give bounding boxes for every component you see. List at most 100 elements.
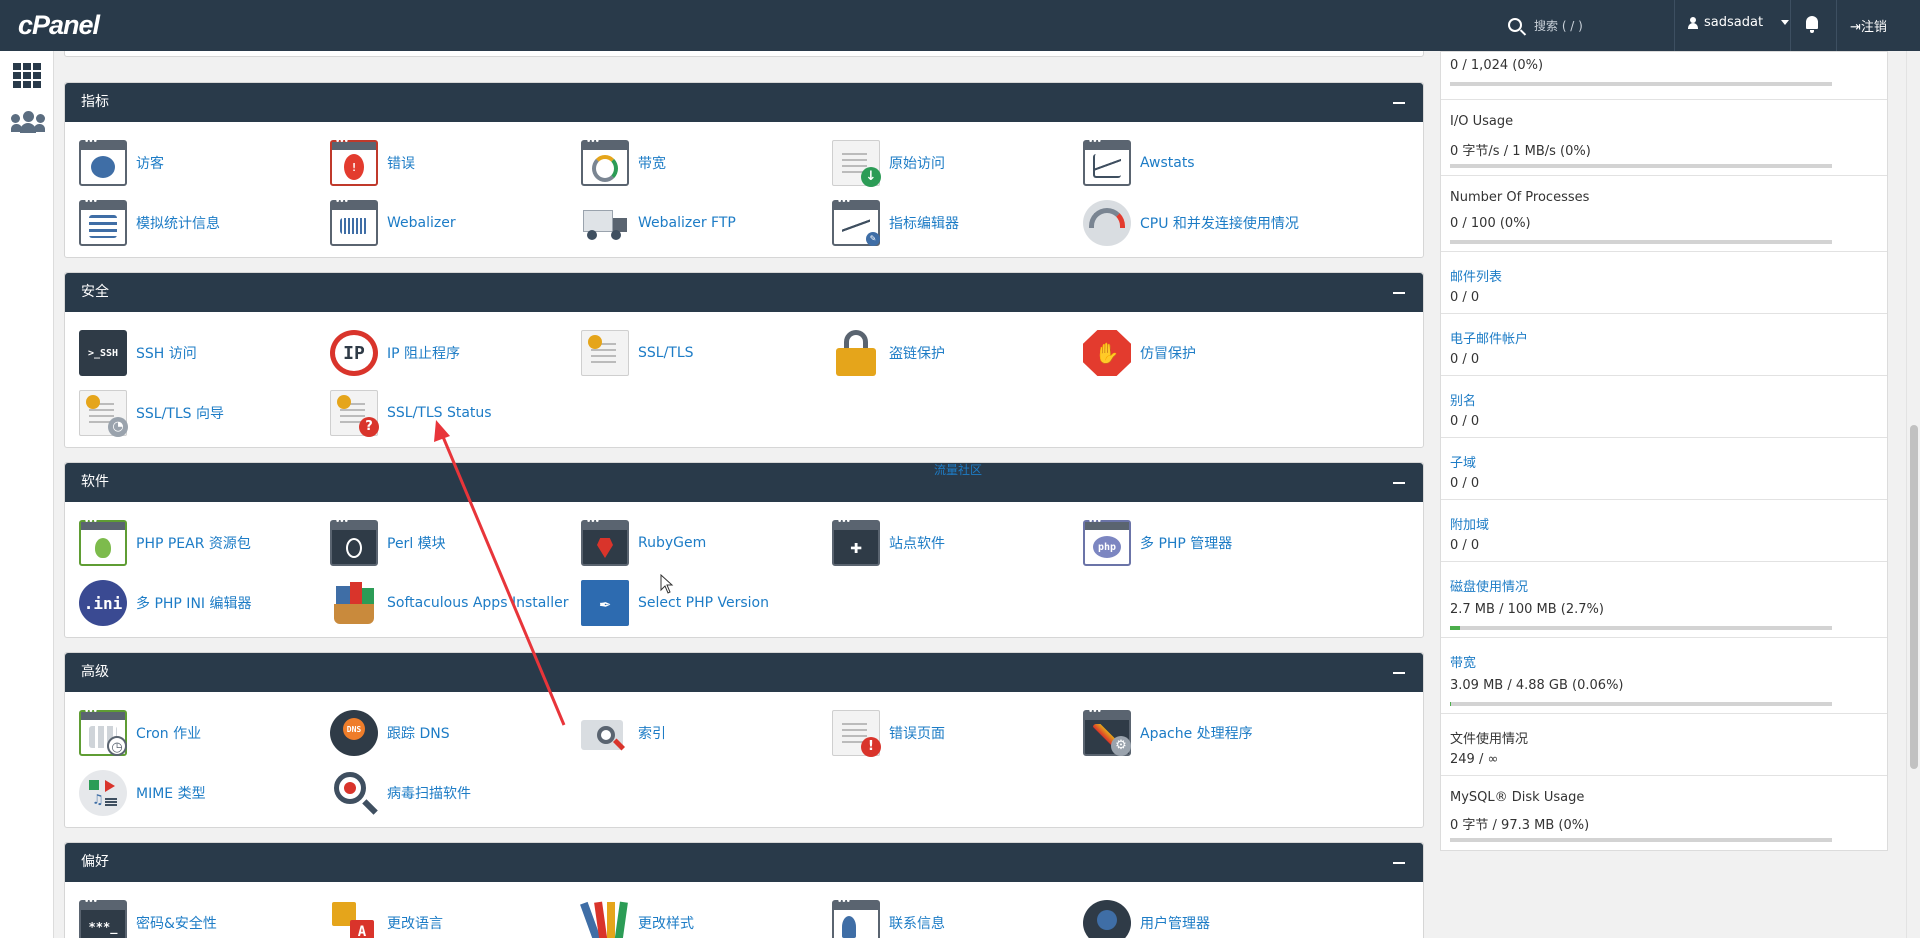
item-site-software[interactable]: ✚ 站点软件: [832, 517, 945, 567]
item-password[interactable]: ***_ 密码&安全性: [79, 897, 217, 938]
panel-header[interactable]: 高级: [65, 653, 1423, 692]
usage-bar: [1450, 702, 1832, 706]
user-manager-icon: [1083, 900, 1131, 938]
item-contact[interactable]: 联系信息: [832, 897, 945, 938]
panel-header[interactable]: 软件: [65, 463, 1423, 502]
metrics-editor-icon: ✎: [832, 197, 880, 246]
side-nav: [0, 51, 54, 938]
ssl-tls-icon: [581, 330, 629, 376]
item-style[interactable]: 更改样式: [580, 899, 694, 938]
panel-title: 高级: [81, 664, 109, 680]
stat-row: 磁盘使用情况 2.7 MB / 100 MB (2.7%): [1441, 562, 1887, 638]
item-webalizer-ftp[interactable]: Webalizer FTP: [581, 199, 736, 247]
item-ssh[interactable]: >_SSH SSH 访问: [79, 329, 197, 377]
item-php-pear[interactable]: PHP PEAR 资源包: [79, 517, 251, 567]
cpu-usage-icon: [1083, 200, 1131, 246]
usage-bar: [1450, 164, 1832, 168]
divider: [1674, 0, 1675, 51]
floating-link[interactable]: 流量社区: [934, 461, 982, 478]
indexes-icon: [581, 710, 629, 756]
mouse-cursor-icon: [660, 574, 674, 594]
item-apache-handlers[interactable]: ⚙ Apache 处理程序: [1083, 707, 1253, 757]
stat-link[interactable]: 磁盘使用情况: [1450, 576, 1528, 595]
item-language[interactable]: A 更改语言: [330, 899, 443, 938]
stat-row: 邮件列表 0 / 0: [1441, 252, 1887, 314]
item-multiphp-ini[interactable]: .ini 多 PHP INI 编辑器: [79, 579, 252, 627]
item-cpu-usage[interactable]: CPU 和并发连接使用情况: [1083, 199, 1299, 247]
item-virus-scanner[interactable]: 病毒扫描软件: [330, 769, 471, 817]
search-input[interactable]: 搜索 ( / ): [1534, 17, 1583, 34]
users-icon[interactable]: [11, 111, 45, 133]
item-ssl-status[interactable]: ? SSL/TLS Status: [330, 389, 492, 437]
item-cron[interactable]: ◷ Cron 作业: [79, 707, 201, 757]
item-user-manager[interactable]: 用户管理器: [1083, 899, 1210, 938]
usage-bar: [1450, 626, 1832, 630]
stat-link[interactable]: 子域: [1450, 452, 1476, 471]
tools-grid-icon[interactable]: [13, 63, 41, 88]
ssh-icon: >_SSH: [79, 330, 127, 376]
site-software-icon: ✚: [832, 517, 880, 566]
item-leech-protect[interactable]: ✋ 仿冒保护: [1083, 329, 1196, 377]
item-awstats[interactable]: Awstats: [1083, 137, 1195, 187]
user-menu[interactable]: sadsadat: [1688, 15, 1790, 30]
collapse-icon[interactable]: [1393, 102, 1405, 104]
username: sadsadat: [1704, 15, 1764, 30]
raw-access-icon: ↓: [832, 140, 881, 187]
panel-previous: [64, 51, 1424, 57]
item-select-php[interactable]: ✒ Select PHP Version: [581, 579, 769, 627]
language-icon: A: [330, 900, 378, 938]
collapse-icon[interactable]: [1393, 862, 1405, 864]
cron-icon: ◷: [79, 707, 127, 756]
awstats-icon: [1083, 137, 1131, 186]
item-analog-stats[interactable]: 模拟统计信息: [79, 197, 220, 247]
item-errors[interactable]: ! 错误: [330, 137, 415, 187]
scrollbar-thumb[interactable]: [1910, 425, 1918, 769]
softaculous-icon: [330, 580, 378, 626]
item-ssl-wizard[interactable]: ◔ SSL/TLS 向导: [79, 389, 224, 437]
stat-link[interactable]: 别名: [1450, 390, 1476, 409]
item-mime-types[interactable]: ♫ MIME 类型: [79, 769, 206, 817]
stat-link[interactable]: 附加域: [1450, 514, 1489, 533]
collapse-icon[interactable]: [1393, 482, 1405, 484]
panel-header[interactable]: 指标: [65, 83, 1423, 122]
search-box[interactable]: 搜索 ( / ): [1508, 12, 1678, 38]
notifications-bell-icon[interactable]: [1804, 16, 1820, 33]
webalizer-ftp-icon: [581, 200, 629, 246]
collapse-icon[interactable]: [1393, 672, 1405, 674]
stat-row: 附加域 0 / 0: [1441, 500, 1887, 562]
stat-link[interactable]: 邮件列表: [1450, 266, 1502, 285]
stat-link[interactable]: 电子邮件帐户: [1450, 328, 1528, 347]
webalizer-icon: [330, 197, 378, 246]
item-bandwidth[interactable]: 带宽: [581, 137, 666, 187]
panel-header[interactable]: 安全: [65, 273, 1423, 312]
item-metrics-editor[interactable]: ✎ 指标编辑器: [832, 197, 959, 247]
stat-row: 文件使用情况 249 / ∞: [1441, 714, 1887, 776]
item-error-pages[interactable]: ! 错误页面: [832, 709, 945, 757]
panel-header[interactable]: 偏好: [65, 843, 1423, 882]
item-visitors[interactable]: 访客: [79, 137, 164, 187]
stat-link[interactable]: 带宽: [1450, 652, 1476, 671]
page-scrollbar[interactable]: [1906, 51, 1920, 938]
item-hotlink[interactable]: 盗链保护: [832, 329, 945, 377]
ssl-wizard-icon: ◔: [79, 390, 128, 437]
item-softaculous[interactable]: Softaculous Apps Installer: [330, 579, 568, 627]
item-perl[interactable]: Perl 模块: [330, 517, 446, 567]
item-indexes[interactable]: 索引: [581, 709, 666, 757]
logout-button[interactable]: ⇥注销: [1850, 16, 1887, 35]
stat-row: 别名 0 / 0: [1441, 376, 1887, 438]
item-rubygem[interactable]: RubyGem: [581, 517, 706, 567]
item-ip-blocker[interactable]: IP IP 阻止程序: [330, 329, 460, 377]
item-raw-access[interactable]: ↓ 原始访问: [832, 139, 945, 187]
select-php-icon: ✒: [581, 580, 629, 626]
stat-row: 带宽 3.09 MB / 4.88 GB (0.06%): [1441, 638, 1887, 714]
item-multiphp-manager[interactable]: php 多 PHP 管理器: [1083, 517, 1232, 567]
rubygem-icon: [581, 517, 629, 566]
stat-row: 电子邮件帐户 0 / 0: [1441, 314, 1887, 376]
item-ssl-tls[interactable]: SSL/TLS: [581, 329, 694, 377]
item-webalizer[interactable]: Webalizer: [330, 197, 456, 247]
item-track-dns[interactable]: DNS 跟踪 DNS: [330, 709, 450, 757]
collapse-icon[interactable]: [1393, 292, 1405, 294]
style-icon: [580, 900, 629, 938]
panel-software: 软件 PHP PEAR 资源包 Perl 模块 RubyGem ✚ 站点软件 p…: [64, 462, 1424, 638]
cpanel-logo[interactable]: cPanel: [18, 10, 100, 41]
